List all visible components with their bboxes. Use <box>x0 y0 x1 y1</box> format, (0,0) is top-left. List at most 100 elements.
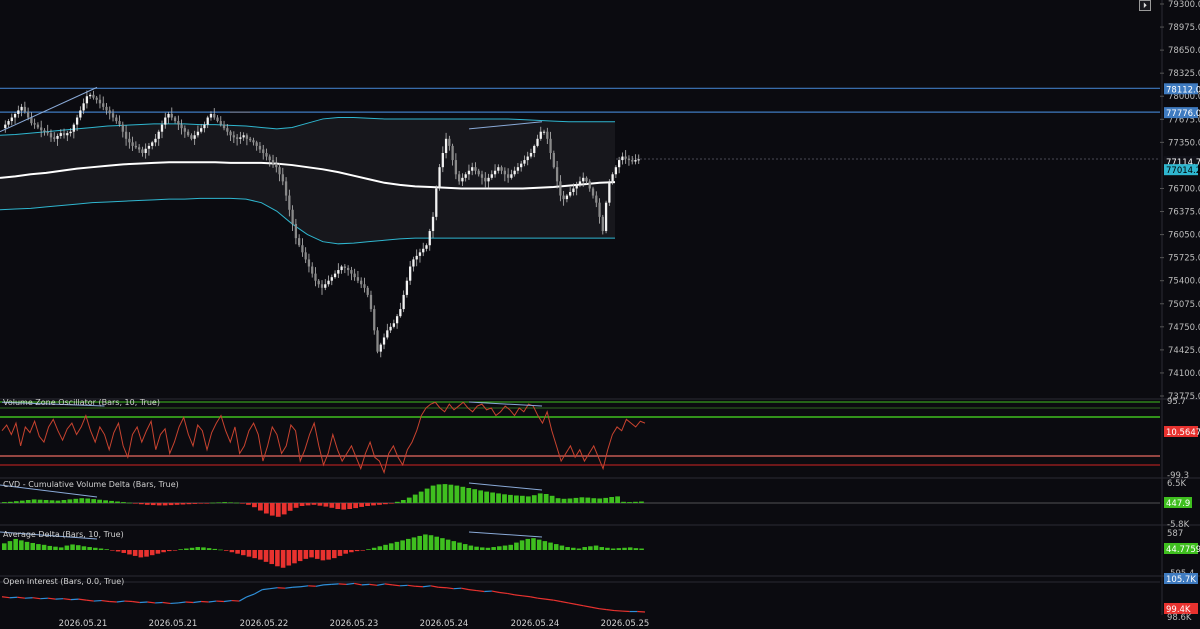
cvd-bar <box>460 486 466 503</box>
candle-body <box>389 326 392 331</box>
candle-body <box>611 174 614 182</box>
avg-delta-bar <box>605 547 610 550</box>
date-axis-label: 2026.05.24 <box>511 619 560 629</box>
cvd-bar <box>246 503 251 505</box>
avg-delta-bar <box>7 541 13 550</box>
open-interest-segment <box>101 599 110 603</box>
candle-body <box>506 174 510 178</box>
avg-delta-bar <box>132 550 138 556</box>
cvd-bar <box>573 497 579 503</box>
candle-body <box>350 270 353 274</box>
candle-body <box>363 284 366 288</box>
vzo-line <box>1 401 646 475</box>
price-axis-label: 76375.0 <box>1168 208 1200 218</box>
candle-body <box>213 113 216 118</box>
candle-body <box>10 117 13 122</box>
candle-body <box>428 231 431 246</box>
avg-delta-bar <box>155 550 161 554</box>
candle-body <box>180 124 183 129</box>
avg-delta-bar <box>440 538 445 550</box>
candle-body <box>431 216 435 232</box>
cvd-bar <box>186 503 192 505</box>
avg-delta-bar <box>639 548 644 550</box>
avg-delta-bar <box>508 544 513 550</box>
avg-delta-bar <box>485 547 491 550</box>
candle-body <box>242 135 245 138</box>
candle-body <box>291 209 294 224</box>
open-interest-segment <box>246 593 255 598</box>
cvd-bar <box>269 503 275 516</box>
avg-delta-bar <box>326 550 331 560</box>
candle-body <box>255 142 258 146</box>
avg-delta-bar <box>75 545 81 550</box>
cvd-bar <box>454 485 460 503</box>
open-interest-segment <box>445 587 454 590</box>
open-interest-segment <box>522 595 531 598</box>
avg-delta-bar <box>349 550 354 553</box>
candle-body <box>405 280 409 295</box>
avg-delta-bar <box>565 547 570 550</box>
candle-body <box>333 273 337 278</box>
open-interest-segment <box>47 597 56 600</box>
candle-body <box>608 181 611 203</box>
candle-body <box>392 323 395 327</box>
candle-body <box>480 174 484 178</box>
price-axis-label: 74750.0 <box>1168 323 1200 333</box>
candle-body <box>340 266 343 271</box>
candle-body <box>128 138 131 143</box>
collapse-icon[interactable]: ⏵ <box>1139 0 1151 11</box>
candle-body <box>138 147 141 150</box>
candle-body <box>637 159 640 161</box>
cvd-bar <box>258 503 263 511</box>
cvd-bar <box>43 500 49 503</box>
candle-body <box>575 184 578 189</box>
cvd-bar <box>514 495 519 503</box>
candle-body <box>141 149 144 153</box>
trading-chart[interactable]: 79300.078975.078650.078325.078000.077675… <box>0 0 1200 629</box>
avg-delta-bar <box>240 550 246 556</box>
candle-body <box>555 167 559 182</box>
candle-body <box>578 181 582 185</box>
candle-body <box>173 117 177 122</box>
open-interest-segment <box>369 583 378 586</box>
avg-delta-bar <box>320 550 326 561</box>
candle-body <box>69 131 72 134</box>
avg-delta-bar <box>30 542 36 550</box>
price-axis-label: 75400.0 <box>1168 277 1200 287</box>
price-divergence-line <box>0 86 98 133</box>
avg-delta-bar <box>212 548 218 550</box>
open-interest-segment <box>315 584 324 587</box>
cvd-bar <box>73 498 79 503</box>
open-interest-segment <box>491 590 500 594</box>
avg-delta-bar <box>81 546 87 550</box>
avg-delta-bar <box>263 550 269 562</box>
avg-delta-bar <box>377 546 383 550</box>
candle-body <box>75 117 79 125</box>
candle-body <box>245 135 249 139</box>
avg-delta-bar <box>47 545 53 550</box>
candle-body <box>278 167 281 175</box>
open-interest-segment <box>560 600 569 604</box>
open-interest-segment <box>422 585 431 588</box>
candle-body <box>265 152 268 157</box>
candle-body <box>53 137 56 139</box>
open-interest-segment <box>407 584 416 587</box>
avg-delta-bar <box>19 540 24 550</box>
avg-delta-bar <box>616 548 622 550</box>
avg-delta-bar <box>610 548 616 550</box>
cvd-bar <box>639 501 644 503</box>
cvd-bar <box>132 503 138 504</box>
candle-body <box>33 123 36 125</box>
cvd-bar <box>7 501 13 503</box>
cvd-bar <box>508 494 513 503</box>
candle-body <box>108 110 111 114</box>
open-interest-segment <box>300 585 309 588</box>
vzo-axis-max: 95.7 <box>1167 397 1186 407</box>
candle-body <box>382 337 386 345</box>
cvd-bar <box>579 497 585 503</box>
avg-delta-bar <box>36 544 41 550</box>
candle-body <box>4 124 7 129</box>
avg-delta-bar <box>343 550 348 554</box>
cvd-bar <box>252 503 257 508</box>
open-interest-segment <box>507 592 515 596</box>
